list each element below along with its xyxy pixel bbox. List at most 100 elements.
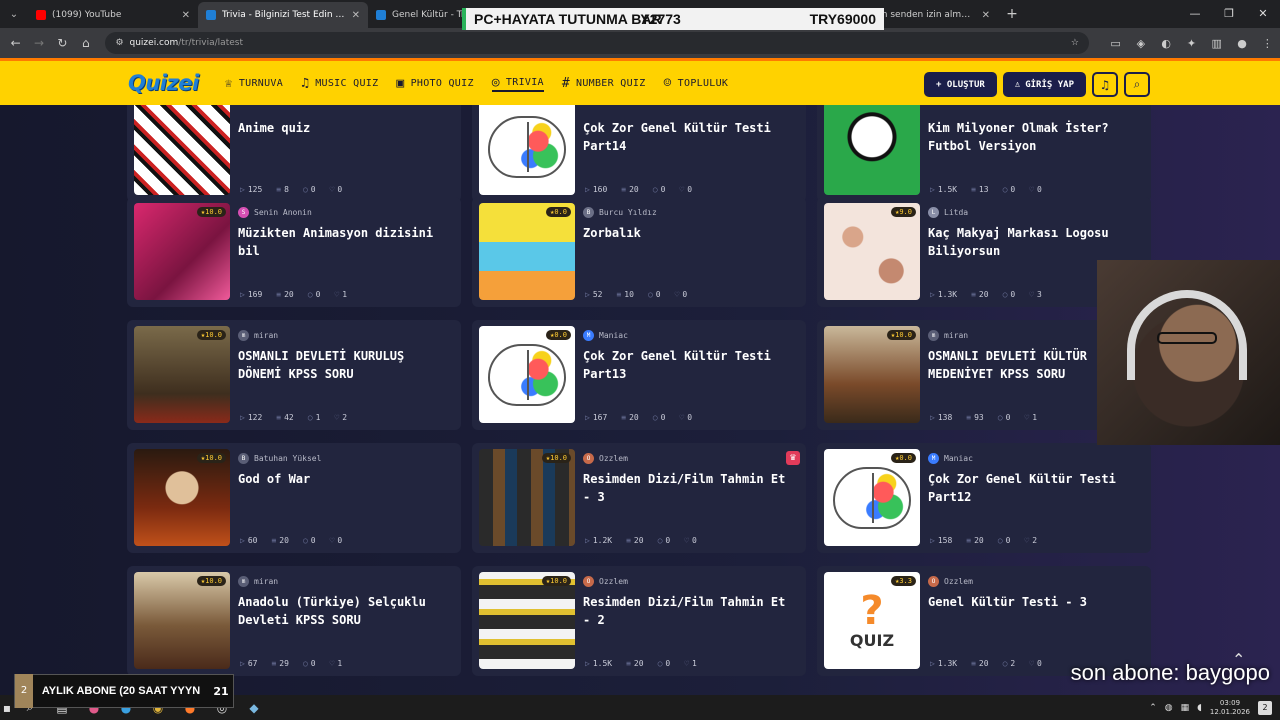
minimize-icon[interactable]: — [1178,0,1212,28]
list-icon: ≡ [621,185,627,194]
steam-icon[interactable]: ◆ [238,701,270,715]
author[interactable]: L Litda [928,207,968,218]
nav-item-trivia[interactable]: ◎ TRIVIA [491,75,544,92]
quiz-title[interactable]: Resimden Dizi/Film Tahmin Et - 3 [583,470,798,506]
heart-icon: ♡ [334,413,340,422]
quiz-card[interactable]: ★10.0 O Ozzlem ♛ Resimden Dizi/Film Tahmin E… [472,443,806,553]
quiz-title[interactable]: Anime quiz [238,119,453,137]
author[interactable]: M Maniac [583,330,628,341]
author[interactable]: B Burcu Yıldız [583,207,657,218]
login-button[interactable]: ♙ GİRİŞ YAP [1002,72,1086,97]
browser-menu-icon[interactable]: ⋮ [1255,37,1280,50]
quiz-card[interactable]: ★10.0 O Ozzlem Resimden Dizi/Film Tahmin Et… [472,566,806,676]
author[interactable]: B Batuhan Yüksel [238,453,321,464]
notification-badge[interactable]: 2 [1258,700,1272,715]
cast-icon[interactable]: ▭ [1103,37,1128,50]
tab-close-icon[interactable]: ✕ [352,10,360,21]
nav-item-photo-quiz[interactable]: ▣ PHOTO QUIZ [396,75,473,92]
tab-search-icon[interactable]: ⌄ [0,0,28,28]
questions-stat: ≡ 20 [276,290,294,299]
heart-icon: ♡ [329,536,335,545]
author[interactable]: S Senin Anonin [238,207,312,218]
quiz-card[interactable]: ★10.0 m miran Anadolu (Türkiye) Selçuklu De… [127,566,461,676]
views-stat: ▷ 169 [240,290,263,299]
quiz-card[interactable]: ★10.0 m miran OSMANLI DEVLETİ KURULUŞ DÖNEM… [127,320,461,430]
quiz-title[interactable]: God of War [238,470,453,488]
avatar: O [583,576,594,587]
quiz-title[interactable]: Çok Zor Genel Kültür Testi Part13 [583,347,798,383]
tab-favicon-icon [36,10,46,20]
quiz-title[interactable]: Çok Zor Genel Kültür Testi Part12 [928,470,1143,506]
site-info-icon[interactable]: ⚙ [115,38,123,48]
tray-icon-1[interactable]: ◍ [1165,703,1173,713]
new-tab-button[interactable]: + [998,6,1026,22]
address-bar[interactable]: ⚙ quizei.com /tr/trivia/latest ☆ [105,32,1089,54]
back-icon[interactable]: ← [4,36,27,50]
maximize-icon[interactable]: ❐ [1212,0,1246,28]
author[interactable]: m miran [238,330,278,341]
shield-icon[interactable]: ◈ [1128,37,1153,50]
comments-stat: ○ 2 [1002,659,1016,668]
browser-tab[interactable]: (1099) YouTube ✕ [28,2,198,28]
nav-item-topluluk[interactable]: ☺ TOPLULUK [664,75,729,92]
quiz-title[interactable]: Kim Milyoner Olmak İster? Futbol Versiyo… [928,119,1143,155]
create-button[interactable]: + OLUŞTUR [924,72,997,97]
comments-stat: ○ 0 [302,536,316,545]
nav-item-turnuva[interactable]: ♕ TURNUVA [225,75,283,92]
nav-item-number-quiz[interactable]: # NUMBER QUIZ [562,75,646,92]
quiz-title[interactable]: Genel Kültür Testi - 3 [928,593,1143,611]
author[interactable]: O Ozzlem [928,576,973,587]
quiz-title[interactable]: Çok Zor Genel Kültür Testi Part14 [583,119,798,155]
sidepanel-icon[interactable]: ▥ [1204,37,1229,50]
clock[interactable]: 03:09 12.01.2026 [1210,699,1250,717]
quiz-card[interactable]: Çok Zor Genel Kültür Testi Part14 ▷ 160 ≡… [472,105,806,202]
rating-badge: ★10.0 [196,330,226,340]
quiz-title[interactable]: Müzikten Animasyon dizisini bil [238,224,453,260]
author[interactable]: m miran [928,330,968,341]
reload-icon[interactable]: ↻ [51,36,74,50]
author[interactable]: M Maniac [928,453,973,464]
quiz-card[interactable]: Anime quiz ▷ 125 ≡ 8 ○ 0 ♡ 0 [127,105,461,202]
search-icon[interactable]: ⌕ [1124,72,1150,97]
tab-close-icon[interactable]: ✕ [982,10,990,21]
quiz-card[interactable]: ★10.0 S Senin Anonin Müzikten Animasyon diz… [127,197,461,307]
quiz-card[interactable]: ★0.0 M Maniac Çok Zor Genel Kültür Testi Pa… [472,320,806,430]
questions-stat: ≡ 20 [271,536,289,545]
browser-tab[interactable]: Trivia - Bilginizi Test Edin - Quiz... ✕ [198,2,368,28]
bell-icon[interactable]: ♫ [1092,72,1118,97]
quiz-title[interactable]: OSMANLI DEVLETİ KURULUŞ DÖNEMİ KPSS SORU [238,347,453,383]
nav-item-music-quiz[interactable]: ♫ MUSIC QUIZ [301,75,378,92]
home-icon[interactable]: ⌂ [74,36,97,50]
quiz-title[interactable]: Zorbalık [583,224,798,242]
puzzle-icon[interactable]: ✦ [1179,37,1204,50]
questions-stat: ≡ 42 [276,413,294,422]
forward-icon[interactable]: → [27,36,50,50]
quiz-title[interactable]: Anadolu (Türkiye) Selçuklu Devleti KPSS … [238,593,453,629]
quiz-card[interactable]: ★0.0 M Maniac Çok Zor Genel Kültür Testi Pa… [817,443,1151,553]
volume-icon[interactable]: ◖ [1197,703,1202,713]
profile-avatar[interactable]: ● [1229,37,1254,50]
author[interactable]: O Ozzlem [583,576,628,587]
anime-thumbnail [134,105,230,195]
quiz-card[interactable]: ★0.0 B Burcu Yıldız Zorbalık ▷ 52 ≡ 10 ○ 0 ♡ 0 [472,197,806,307]
extension-icon-1[interactable]: ◐ [1153,37,1178,50]
avatar: L [928,207,939,218]
author[interactable]: O Ozzlem [583,453,628,464]
quiz-card[interactable]: Kim Milyoner Olmak İster? Futbol Versiyo… [817,105,1151,202]
questions-stat: ≡ 10 [616,290,634,299]
sub-count-left: 2 [15,674,33,708]
site-logo[interactable]: Quizei [128,71,199,95]
tab-close-icon[interactable]: ✕ [182,10,190,21]
quiz-card[interactable]: ★10.0 B Batuhan Yüksel God of War ▷ 60 ≡ 20 ○… [127,443,461,553]
close-window-icon[interactable]: ✕ [1246,0,1280,28]
tray-arrow-icon[interactable]: ⌃ [1149,703,1157,713]
camera-icon: ▣ [396,75,405,91]
start-icon[interactable]: ▪ [0,701,14,715]
quiz-title[interactable]: Resimden Dizi/Film Tahmin Et - 2 [583,593,798,629]
questions-stat: ≡ 20 [621,185,639,194]
quiz-title[interactable]: Kaç Makyaj Markası Logosu Biliyorsun [928,224,1143,260]
author[interactable]: m miran [238,576,278,587]
bookmark-star-icon[interactable]: ☆ [1071,38,1079,48]
play-icon: ▷ [585,290,590,299]
network-icon[interactable]: ▦ [1181,703,1190,713]
